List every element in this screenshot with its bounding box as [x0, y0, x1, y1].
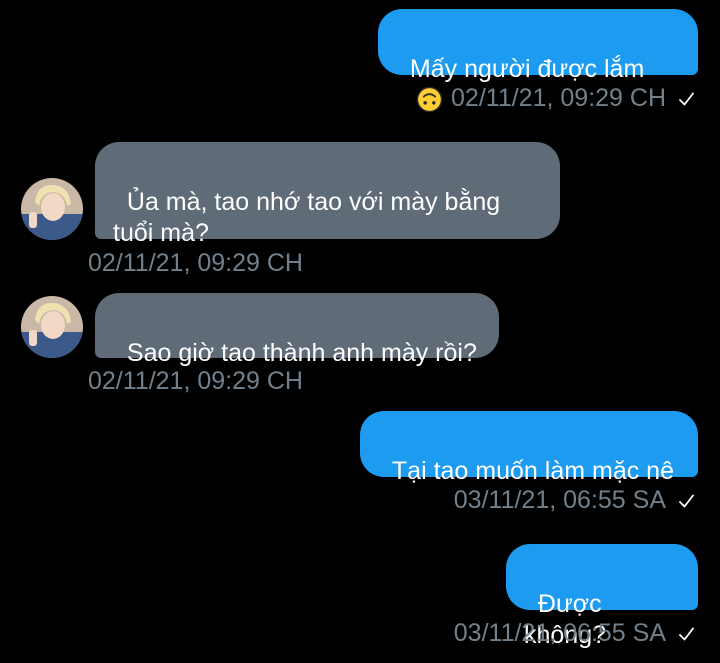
message-timestamp: 02/11/21, 09:29 CH: [88, 249, 303, 277]
contact-avatar[interactable]: [21, 296, 83, 358]
message-text: Ủa mà, tao nhớ tao với mày bằng tuổi mà?: [113, 188, 501, 247]
message-bubble-outgoing[interactable]: Được không?: [506, 544, 698, 649]
upside-down-face-icon: [416, 86, 443, 113]
message-timestamp: 03/11/21, 06:55 SA: [453, 619, 666, 647]
message-bubble-incoming[interactable]: Ủa mà, tao nhớ tao với mày bằng tuổi mà?: [95, 142, 560, 247]
message-text: Sao giờ tao thành anh mày rồi?: [126, 339, 477, 367]
sent-check-icon: [679, 92, 694, 106]
message-bubble-outgoing[interactable]: Tại tao muốn làm mặc nê: [360, 411, 698, 485]
sent-check-icon: [679, 627, 694, 641]
avatar-image: [21, 178, 83, 240]
message-timestamp: 03/11/21, 06:55 SA: [453, 486, 666, 514]
message-timestamp: 02/11/21, 09:29 CH: [88, 367, 303, 395]
message-timestamp: 02/11/21, 09:29 CH: [451, 84, 666, 112]
message-bubble-outgoing[interactable]: Mấy người được lắm: [378, 9, 698, 113]
message-text: Tại tao muốn làm mặc nê: [391, 457, 674, 485]
message-text: Mấy người được lắm: [409, 55, 645, 83]
avatar-image: [21, 296, 83, 358]
contact-avatar[interactable]: [21, 178, 83, 240]
message-bubble-incoming[interactable]: Sao giờ tao thành anh mày rồi?: [95, 293, 499, 367]
sent-check-icon: [679, 494, 694, 508]
